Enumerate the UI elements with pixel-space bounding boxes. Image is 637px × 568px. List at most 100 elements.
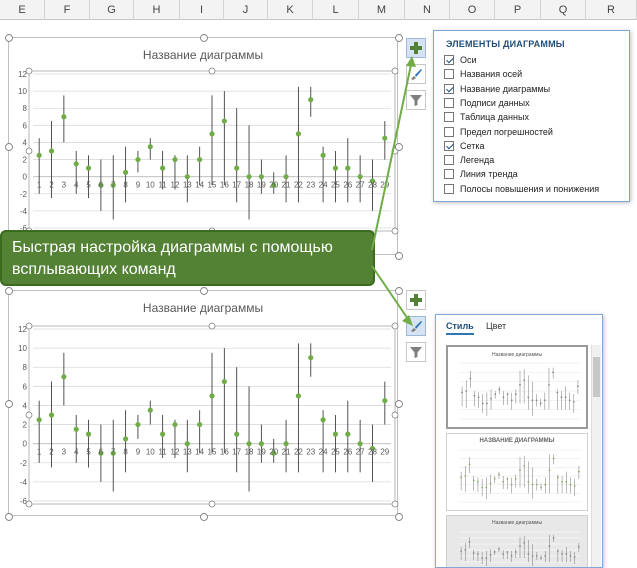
chart-resize-handle bbox=[5, 287, 13, 295]
column-header-P[interactable]: P bbox=[495, 0, 541, 20]
chart-resize-handle bbox=[5, 400, 13, 408]
plot-resize-handle bbox=[25, 147, 33, 155]
y-tick-label: -2 bbox=[20, 190, 28, 199]
column-header-F[interactable]: F bbox=[45, 0, 90, 20]
chart-filters-button[interactable] bbox=[406, 90, 426, 110]
thumb-title-1: Название диаграммы bbox=[491, 352, 543, 358]
thumb-point bbox=[461, 391, 463, 394]
data-point bbox=[308, 355, 314, 361]
data-point bbox=[345, 165, 351, 171]
thumb-point bbox=[477, 396, 480, 399]
x-tick-label: 20 bbox=[269, 181, 278, 190]
chart-elements-button-bottom[interactable] bbox=[406, 290, 426, 310]
x-tick-label: 17 bbox=[232, 448, 241, 457]
column-header-N[interactable]: N bbox=[405, 0, 450, 20]
plus-icon bbox=[410, 294, 422, 306]
data-point bbox=[48, 148, 55, 154]
thumb-point bbox=[531, 555, 534, 557]
thumb-point bbox=[506, 477, 509, 480]
x-tick-label: 2 bbox=[49, 181, 54, 190]
style-thumbnail-1[interactable]: Название диаграммы bbox=[446, 345, 588, 429]
plot-resize-handle bbox=[391, 411, 399, 419]
thumb-title-3: Название диаграммы bbox=[491, 520, 543, 526]
thumb-point bbox=[477, 480, 479, 483]
column-header-H[interactable]: H bbox=[134, 0, 180, 20]
checkbox[interactable] bbox=[444, 169, 454, 180]
checkbox[interactable] bbox=[444, 83, 454, 94]
x-tick-label: 6 bbox=[99, 448, 104, 457]
column-header-J[interactable]: J bbox=[224, 0, 268, 20]
plot-resize-handle bbox=[391, 227, 399, 235]
chart-resize-handle bbox=[200, 34, 208, 42]
style-thumbnail-3[interactable]: Название диаграммы bbox=[446, 515, 588, 567]
checkbox[interactable] bbox=[444, 155, 454, 166]
thumb-point bbox=[485, 402, 488, 405]
column-header-G[interactable]: G bbox=[90, 0, 134, 20]
checkbox[interactable] bbox=[444, 140, 454, 151]
data-point bbox=[345, 431, 351, 437]
column-header-bar: EFGHIJKLMNOPQR bbox=[0, 0, 637, 20]
thumb-point bbox=[514, 477, 517, 480]
x-tick-label: 10 bbox=[146, 181, 155, 190]
checkbox[interactable] bbox=[444, 97, 454, 108]
column-header-M[interactable]: M bbox=[359, 0, 405, 20]
thumb-point bbox=[573, 556, 576, 558]
plot-resize-handle bbox=[208, 67, 216, 75]
styles-scrollbar[interactable] bbox=[591, 345, 601, 567]
x-tick-label: 4 bbox=[74, 448, 79, 457]
checkbox[interactable] bbox=[444, 183, 454, 194]
chart-styles-button-bottom[interactable] bbox=[406, 316, 426, 336]
data-point bbox=[357, 174, 363, 180]
chart-elements-panel: ЭЛЕМЕНТЫ ДИАГРАММЫ Оси Названия осей Назва… bbox=[433, 30, 630, 202]
thumb-point bbox=[552, 457, 555, 460]
x-tick-label: 9 bbox=[136, 448, 141, 457]
thumb-point bbox=[485, 486, 488, 489]
chart-resize-handle bbox=[200, 287, 208, 295]
thumb-point bbox=[481, 557, 484, 559]
thumb-point bbox=[489, 482, 492, 485]
column-header-L[interactable]: L bbox=[313, 0, 359, 20]
x-tick-label: 27 bbox=[356, 181, 365, 190]
chart-top[interactable]: Название диаграммы 12 10 8 6 4 2 0 -2 -4 -6 1 2 3 4 5 6… bbox=[5, 34, 403, 260]
checkbox[interactable] bbox=[444, 112, 454, 123]
data-point bbox=[320, 152, 326, 158]
checkbox[interactable] bbox=[444, 126, 454, 137]
thumb-plot-2 bbox=[459, 449, 581, 503]
column-header-E[interactable]: E bbox=[0, 0, 45, 20]
data-point bbox=[308, 97, 314, 103]
chart-filters-button-bottom[interactable] bbox=[406, 342, 426, 362]
x-tick-label: 22 bbox=[294, 181, 303, 190]
thumb-point bbox=[514, 393, 517, 396]
data-point bbox=[246, 174, 252, 180]
thumb-point bbox=[552, 537, 555, 539]
y-tick-label: 2 bbox=[23, 156, 28, 165]
column-header-R[interactable]: R bbox=[586, 0, 637, 20]
chart-styles-button[interactable] bbox=[406, 64, 426, 84]
tab-color[interactable]: Цвет bbox=[486, 321, 506, 331]
column-header-I[interactable]: I bbox=[180, 0, 224, 20]
thumb-point bbox=[460, 476, 463, 479]
tab-style[interactable]: Стиль bbox=[446, 321, 474, 335]
data-point bbox=[147, 144, 153, 150]
thumb-point bbox=[493, 477, 496, 480]
thumb-point bbox=[548, 469, 551, 472]
chart-elements-button[interactable] bbox=[406, 38, 426, 58]
chart-bottom[interactable]: Название диаграммы 12 10 8 6 4 2 0 -2 -4 -6 1 2 3 4 5 6… bbox=[5, 287, 403, 521]
plot-resize-handle bbox=[25, 322, 33, 330]
checkbox[interactable] bbox=[444, 69, 454, 80]
x-tick-label: 1 bbox=[37, 448, 42, 457]
chart-marks: 121086420-2-4-61 2 3 4 5 6 7 8 9 10 11 12 13 14 15 16 17… bbox=[18, 322, 399, 508]
chart-styles-panel: Стиль Цвет Название диаграммы НАЗВАНИЕ Д… bbox=[435, 314, 603, 568]
styles-scroll-thumb[interactable] bbox=[593, 357, 600, 397]
spreadsheet: EFGHIJKLMNOPQR Название диаграммы 12 10 8 6… bbox=[0, 0, 637, 568]
thumb-point bbox=[556, 391, 559, 394]
x-tick-label: 14 bbox=[195, 448, 204, 457]
checkbox[interactable] bbox=[444, 55, 454, 65]
thumb-point bbox=[473, 394, 476, 397]
column-header-O[interactable]: O bbox=[450, 0, 495, 20]
column-header-K[interactable]: K bbox=[268, 0, 313, 20]
thumb-point bbox=[481, 402, 484, 405]
style-thumbnail-2[interactable]: НАЗВАНИЕ ДИАГРАММЫ bbox=[446, 433, 588, 511]
x-tick-label: 26 bbox=[343, 181, 352, 190]
column-header-Q[interactable]: Q bbox=[541, 0, 586, 20]
